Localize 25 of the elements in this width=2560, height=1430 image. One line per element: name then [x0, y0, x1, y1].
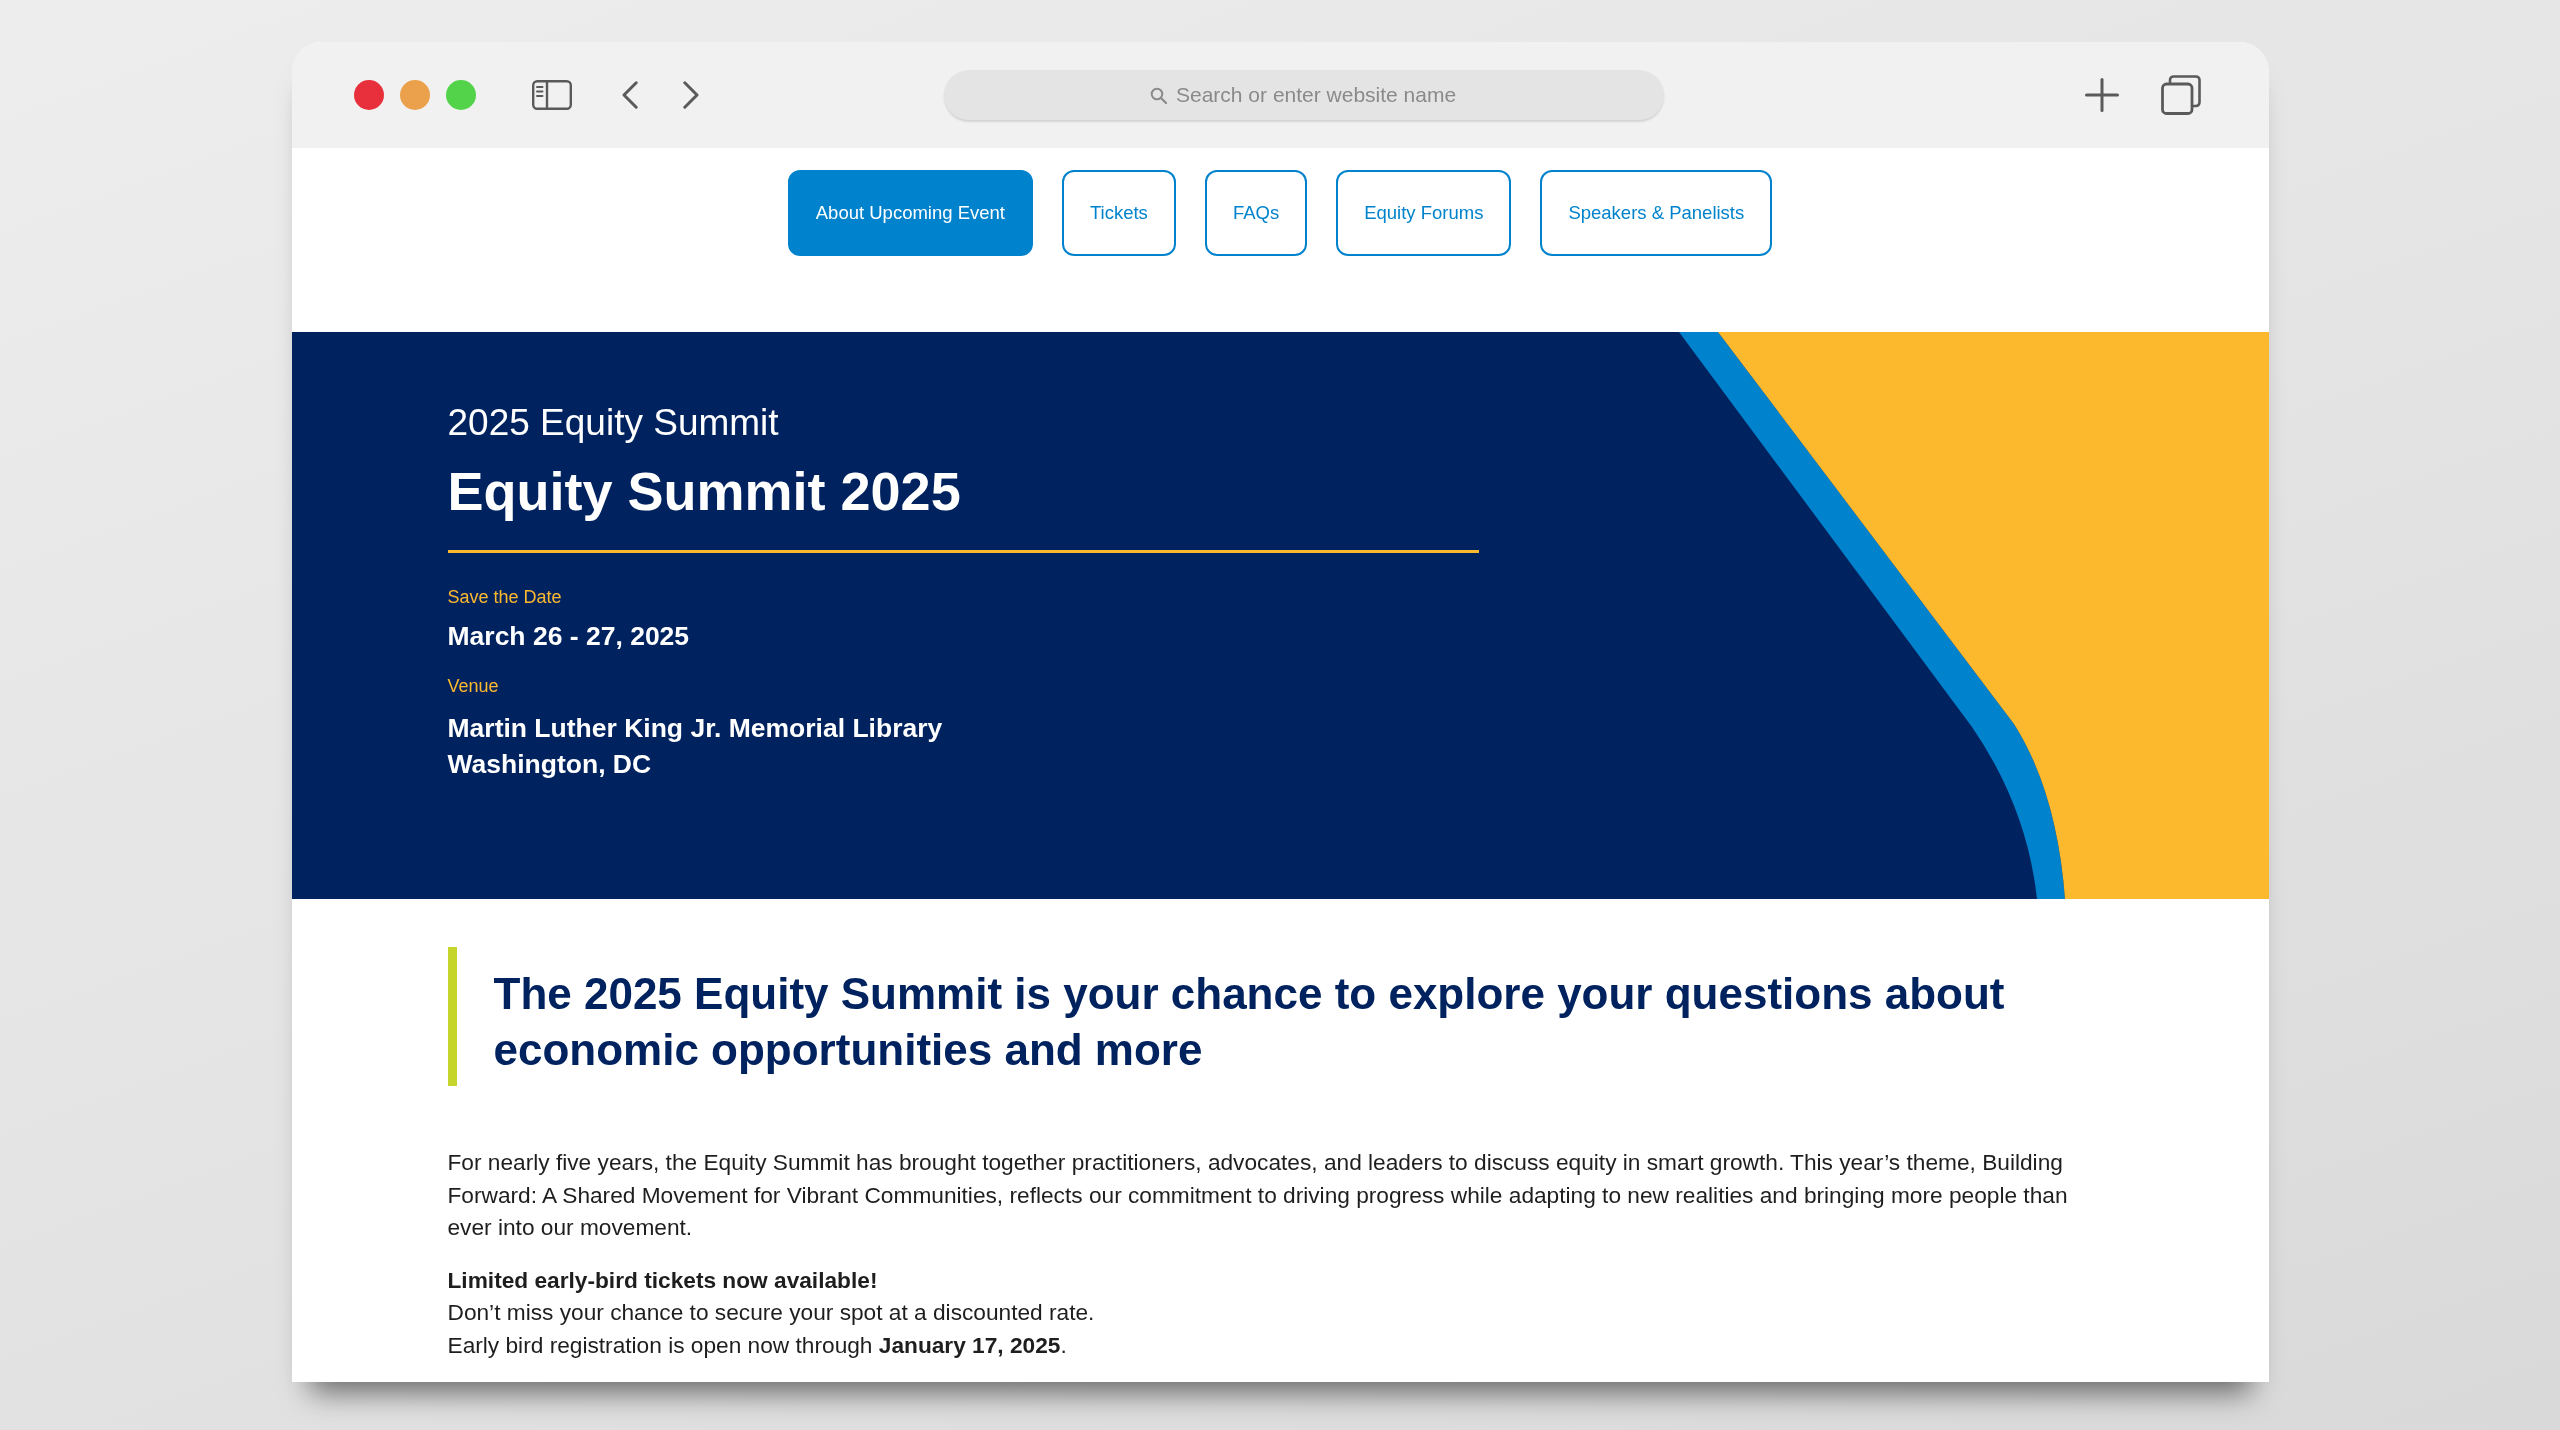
notice-heading: Limited early-bird tickets now available!: [447, 1265, 879, 1295]
nav-tab[interactable]: Speakers & Panelists: [1540, 170, 1773, 256]
nav-tab[interactable]: Equity Forums: [1336, 170, 1512, 256]
intro-paragraph: For nearly five years, the Equity Summit has brought together practitioners, advocates, and leaders to discuss equity in smart growth. This year’s theme, Building Forward: A Shared Movement for Vibrant Communities, reflects our commitment to driving progress while adapting to new realities and bringing more people than ever into our movement.: [447, 1148, 2069, 1243]
detail-label: Venue: [447, 676, 500, 698]
address-field[interactable]: Search or enter website name: [1176, 82, 1461, 108]
nav-tab[interactable]: About Upcoming Event: [787, 170, 1033, 256]
event-title: Equity Summit 2025: [447, 460, 962, 524]
detail-label: Save the Date: [447, 587, 563, 609]
chevron-right-icon[interactable]: [682, 81, 699, 109]
nav-tab[interactable]: FAQs: [1204, 170, 1308, 256]
event-subtitle: 2025 Equity Summit: [447, 401, 780, 445]
detail-value: Washington, DC: [447, 747, 653, 781]
sidebar-icon[interactable]: [531, 80, 572, 110]
nav-tab[interactable]: Tickets: [1061, 170, 1176, 256]
stacked-squares-icon[interactable]: [2160, 75, 2201, 115]
window-close-icon[interactable]: [353, 80, 384, 110]
chevron-left-icon[interactable]: [621, 81, 638, 109]
pull-quote: The 2025 Equity Summit is your chance to explore your questions about economic opportunities and more: [447, 947, 2088, 1086]
search-icon: [1150, 86, 1167, 104]
detail-value: Martin Luther King Jr. Memorial Library: [447, 711, 944, 745]
notice-line: Early bird registration is open now through January 17, 2025.: [447, 1330, 1068, 1360]
notice-line: Don’t miss your chance to secure your spot at a discounted rate.: [447, 1298, 1096, 1328]
plus-icon[interactable]: [2084, 78, 2119, 112]
detail-value: March 26 - 27, 2025: [447, 621, 691, 654]
